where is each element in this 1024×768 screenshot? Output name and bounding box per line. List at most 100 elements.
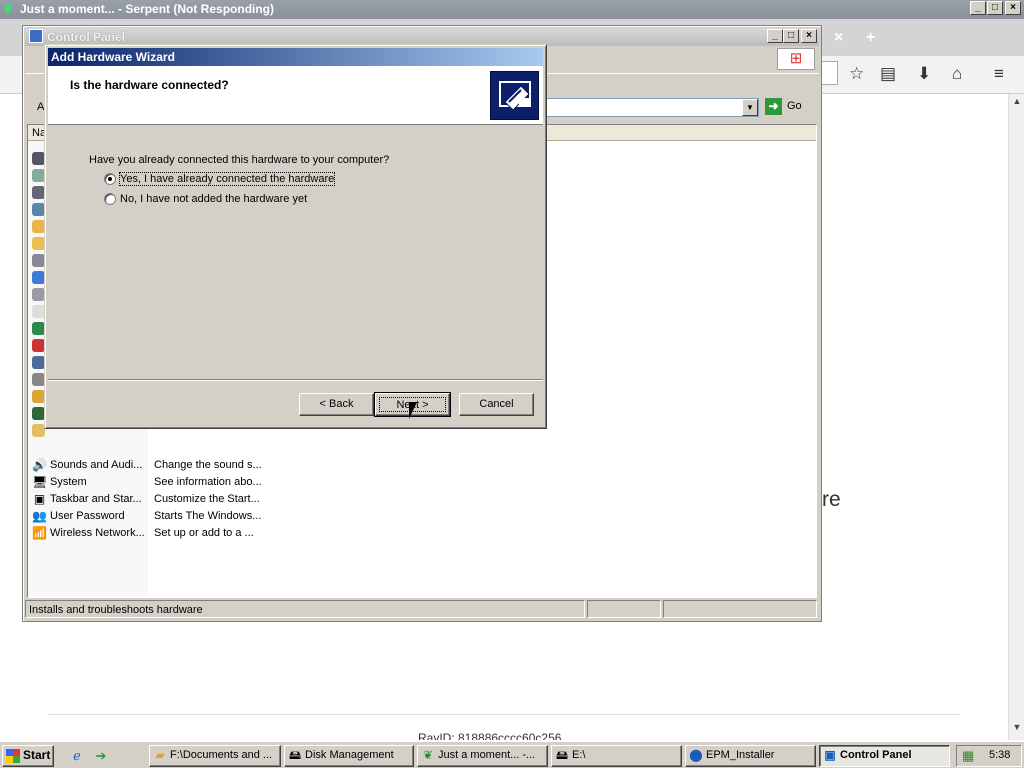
list-item[interactable]: 👥 User Password Starts The Windows... bbox=[32, 509, 512, 525]
control-panel-icon bbox=[29, 29, 43, 43]
cp-maximize-button[interactable]: □ bbox=[783, 29, 799, 43]
item-name[interactable]: User Password bbox=[50, 510, 150, 522]
item-name[interactable]: Taskbar and Star... bbox=[50, 493, 150, 505]
option-no-label[interactable]: No, I have not added the hardware yet bbox=[120, 193, 307, 205]
taskbar-item-label: EPM_Installer bbox=[706, 749, 775, 761]
installer-icon: ⬤ bbox=[689, 748, 703, 762]
scroll-up-icon[interactable]: ▲ bbox=[1010, 96, 1024, 110]
wizard-header: Is the hardware connected? bbox=[48, 66, 543, 125]
clock[interactable]: 5:38 bbox=[989, 749, 1010, 761]
taskbar-item-label: F:\Documents and ... bbox=[170, 749, 273, 761]
item-description: Starts The Windows... bbox=[154, 510, 262, 522]
serpent-icon: ❦ bbox=[3, 2, 14, 16]
ie-quicklaunch-icon[interactable]: ℯ bbox=[69, 748, 85, 764]
cancel-button[interactable]: Cancel bbox=[459, 393, 534, 416]
address-input[interactable] bbox=[543, 98, 759, 117]
control-panel-title: Control Panel bbox=[47, 30, 126, 44]
browser-icon: ❦ bbox=[422, 748, 434, 762]
taskbar-item-label: Disk Management bbox=[305, 749, 394, 761]
item-description: Customize the Start... bbox=[154, 493, 260, 505]
mouse-cursor-icon bbox=[409, 402, 417, 419]
taskbar-item-drive-e[interactable]: 🖴 E:\ bbox=[551, 745, 682, 767]
page-scrollbar[interactable]: ▲ ▼ bbox=[1008, 94, 1024, 740]
option-not-added[interactable]: No, I have not added the hardware yet bbox=[104, 193, 404, 209]
scroll-down-icon[interactable]: ▼ bbox=[1010, 722, 1024, 736]
page-text-fragment: re bbox=[822, 488, 841, 511]
wizard-title: Add Hardware Wizard bbox=[51, 50, 175, 64]
taskbar-item-label: E:\ bbox=[572, 749, 586, 761]
page-ray-id: RayID: 818886cccc60c256 bbox=[418, 731, 562, 740]
computer-icon: 🖥 bbox=[32, 475, 48, 489]
home-icon[interactable]: ⌂ bbox=[952, 64, 962, 84]
go-button[interactable]: ➜ Go bbox=[763, 97, 807, 117]
back-button[interactable]: < Back bbox=[299, 393, 374, 416]
wizard-titlebar: Add Hardware Wizard bbox=[48, 48, 543, 66]
status-pane bbox=[663, 600, 817, 618]
wizard-separator bbox=[48, 379, 543, 381]
taskbar: Start ℯ ➔ ▰ F:\Documents and ... 🖴 Disk … bbox=[0, 741, 1024, 768]
option-yes-label[interactable]: Yes, I have already connected the hardwa… bbox=[118, 172, 336, 186]
list-item[interactable]: 📶 Wireless Network... Set up or add to a… bbox=[32, 526, 512, 542]
download-icon[interactable]: ⬇ bbox=[917, 64, 931, 84]
page-divider bbox=[48, 714, 960, 715]
radio-yes[interactable] bbox=[104, 173, 116, 185]
system-tray: ▦ 5:38 bbox=[956, 745, 1022, 767]
item-name[interactable]: Wireless Network... bbox=[50, 527, 150, 539]
windows-flag-icon bbox=[6, 749, 20, 763]
bookmark-star-icon[interactable]: ☆ bbox=[849, 64, 864, 84]
taskbar-item-label: Just a moment... -... bbox=[438, 749, 536, 761]
taskbar-item-disk-management[interactable]: 🖴 Disk Management bbox=[284, 745, 414, 767]
item-description: See information abo... bbox=[154, 476, 262, 488]
drive-icon: 🖴 bbox=[555, 748, 569, 762]
cp-close-button[interactable]: × bbox=[801, 29, 817, 43]
taskbar-item-control-panel[interactable]: ▣ Control Panel bbox=[819, 745, 950, 767]
maximize-button[interactable]: □ bbox=[987, 1, 1003, 15]
taskbar-item-epm-installer[interactable]: ⬤ EPM_Installer bbox=[685, 745, 816, 767]
menu-icon[interactable]: ≡ bbox=[994, 64, 1004, 84]
cp-minimize-button[interactable]: _ bbox=[767, 29, 783, 43]
disk-management-icon: 🖴 bbox=[288, 748, 302, 762]
taskbar-item-browser[interactable]: ❦ Just a moment... -... bbox=[417, 745, 548, 767]
reading-list-icon[interactable]: ▤ bbox=[880, 64, 896, 84]
taskbar-item-label: Control Panel bbox=[840, 749, 912, 761]
browser-title: Just a moment... - Serpent (Not Respondi… bbox=[20, 2, 275, 16]
wizard-question: Is the hardware connected? bbox=[70, 78, 229, 92]
start-button[interactable]: Start bbox=[2, 745, 54, 767]
show-desktop-icon[interactable]: ➔ bbox=[93, 748, 109, 764]
status-bar: Installs and troubleshoots hardware bbox=[25, 600, 819, 619]
browser-titlebar: ❦ Just a moment... - Serpent (Not Respon… bbox=[0, 0, 1024, 19]
tab-close-icon[interactable]: × bbox=[834, 29, 843, 47]
go-arrow-icon: ➜ bbox=[765, 98, 782, 115]
wireless-icon: 📶 bbox=[32, 526, 47, 540]
taskbar-item-documents[interactable]: ▰ F:\Documents and ... bbox=[149, 745, 281, 767]
status-pane-main: Installs and troubleshoots hardware bbox=[25, 600, 585, 618]
folder-icon: ▰ bbox=[155, 748, 165, 762]
windows-logo-icon: ⊞ bbox=[777, 48, 815, 70]
item-name[interactable]: Sounds and Audi... bbox=[50, 459, 150, 471]
status-pane bbox=[587, 600, 661, 618]
start-label: Start bbox=[23, 748, 51, 762]
item-name[interactable]: System bbox=[50, 476, 150, 488]
list-item[interactable]: 🖥 System See information abo... bbox=[32, 475, 512, 491]
add-hardware-wizard: Add Hardware Wizard Is the hardware conn… bbox=[44, 44, 547, 429]
go-label: Go bbox=[787, 100, 802, 112]
close-button[interactable]: × bbox=[1005, 1, 1021, 15]
users-icon: 👥 bbox=[32, 509, 47, 523]
option-yes-connected[interactable]: Yes, I have already connected the hardwa… bbox=[104, 172, 404, 189]
network-tray-icon[interactable]: ▦ bbox=[962, 748, 978, 764]
new-tab-icon[interactable]: + bbox=[866, 29, 875, 47]
chevron-down-icon[interactable]: ▼ bbox=[742, 99, 758, 116]
radio-no[interactable] bbox=[104, 193, 116, 205]
item-description: Set up or add to a ... bbox=[154, 527, 254, 539]
minimize-button[interactable]: _ bbox=[970, 1, 986, 15]
item-description: Change the sound s... bbox=[154, 459, 262, 471]
control-panel-icon: ▣ bbox=[824, 748, 836, 762]
list-item[interactable]: 🔊 Sounds and Audi... Change the sound s.… bbox=[32, 458, 512, 474]
wizard-body: Have you already connected this hardware… bbox=[48, 127, 543, 379]
hardware-card-icon bbox=[490, 71, 539, 120]
status-text: Installs and troubleshoots hardware bbox=[29, 604, 203, 616]
wizard-prompt: Have you already connected this hardware… bbox=[89, 154, 390, 166]
list-item[interactable]: ▣ Taskbar and Star... Customize the Star… bbox=[32, 492, 512, 508]
speaker-icon: 🔊 bbox=[32, 458, 47, 472]
taskbar-icon: ▣ bbox=[33, 492, 46, 506]
